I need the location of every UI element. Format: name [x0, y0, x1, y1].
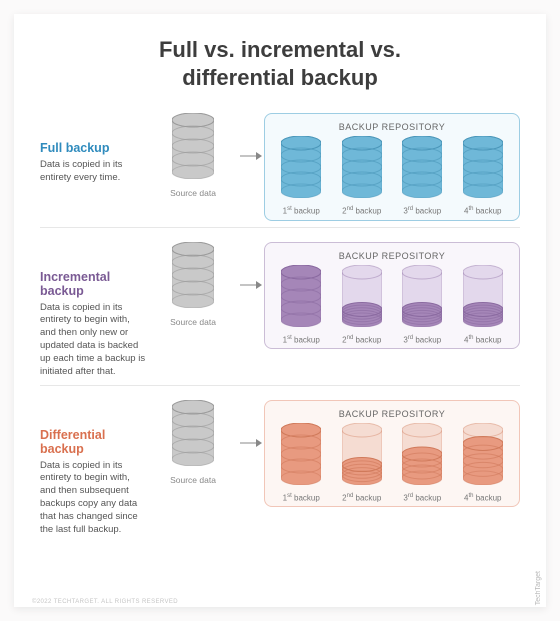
source-cylinder-icon	[172, 242, 214, 313]
source-cylinder-icon	[172, 113, 214, 184]
backup-cylinder-icon	[342, 136, 382, 203]
source-label: Source data	[170, 317, 216, 327]
repo-items: 1st backup 2nd backup 3rd backup 4th backup	[271, 265, 513, 345]
backup-item: 1st backup	[272, 423, 330, 503]
backup-caption: 1st backup	[283, 206, 320, 216]
description-incremental: Incremental backup Data is copied in its …	[40, 242, 148, 379]
backup-item: 4th backup	[454, 265, 512, 345]
type-title: Full backup	[40, 141, 148, 155]
backup-caption: 1st backup	[283, 493, 320, 503]
type-desc: Data is copied in its entirety to begin …	[40, 302, 148, 379]
backup-caption: 4th backup	[464, 335, 502, 345]
title-line-2: differential backup	[182, 65, 378, 90]
backup-item: 2nd backup	[333, 265, 391, 345]
source-cylinder-icon	[172, 400, 214, 471]
backup-item: 3rd backup	[393, 423, 451, 503]
backup-caption: 3rd backup	[403, 335, 441, 345]
source-full: Source data	[148, 113, 238, 198]
backup-item: 4th backup	[454, 136, 512, 216]
source-differential: Source data	[148, 400, 238, 485]
repo-label: BACKUP REPOSITORY	[271, 122, 513, 132]
backup-cylinder-icon	[402, 136, 442, 203]
backup-cylinder-icon	[463, 423, 503, 490]
backup-cylinder-icon	[342, 423, 382, 490]
arrow-icon	[240, 151, 262, 161]
backup-cylinder-icon	[281, 423, 321, 490]
repo-incremental: BACKUP REPOSITORY 1st backup 2nd backup 3rd…	[264, 242, 520, 350]
backup-item: 1st backup	[272, 136, 330, 216]
backup-cylinder-icon	[342, 265, 382, 332]
row-full: Full backup Data is copied in its entiret…	[40, 99, 520, 227]
backup-caption: 3rd backup	[403, 206, 441, 216]
backup-cylinder-icon	[463, 265, 503, 332]
backup-item: 2nd backup	[333, 423, 391, 503]
repo-label: BACKUP REPOSITORY	[271, 409, 513, 419]
type-title: Differential backup	[40, 428, 148, 456]
backup-caption: 1st backup	[283, 335, 320, 345]
backup-cylinder-icon	[463, 136, 503, 203]
title-line-1: Full vs. incremental vs.	[159, 37, 401, 62]
type-desc: Data is copied in its entirety every tim…	[40, 159, 148, 185]
backup-caption: 3rd backup	[403, 493, 441, 503]
footer-credit: ©2022 TECHTARGET. ALL RIGHTS RESERVED	[32, 599, 178, 605]
diagram-card: Full vs. incremental vs. differential ba…	[14, 14, 546, 607]
backup-cylinder-icon	[402, 265, 442, 332]
row-differential: Differential backup Data is copied in its…	[40, 385, 520, 543]
vertical-credit: TechTarget	[535, 571, 542, 605]
type-desc: Data is copied in its entirety to begin …	[40, 460, 148, 537]
backup-cylinder-icon	[281, 136, 321, 203]
backup-cylinder-icon	[402, 423, 442, 490]
description-differential: Differential backup Data is copied in its…	[40, 400, 148, 537]
source-label: Source data	[170, 188, 216, 198]
arrow-incremental	[238, 242, 264, 290]
backup-item: 3rd backup	[393, 265, 451, 345]
repo-full: BACKUP REPOSITORY 1st backup 2nd backup 3rd…	[264, 113, 520, 221]
arrow-differential	[238, 400, 264, 448]
description-full: Full backup Data is copied in its entiret…	[40, 113, 148, 185]
repo-items: 1st backup 2nd backup 3rd backup 4th backup	[271, 136, 513, 216]
backup-caption: 2nd backup	[342, 493, 381, 503]
backup-item: 2nd backup	[333, 136, 391, 216]
type-title: Incremental backup	[40, 270, 148, 298]
backup-cylinder-icon	[281, 265, 321, 332]
backup-caption: 4th backup	[464, 206, 502, 216]
backup-item: 3rd backup	[393, 136, 451, 216]
row-incremental: Incremental backup Data is copied in its …	[40, 227, 520, 385]
repo-differential: BACKUP REPOSITORY 1st backup 2nd backup 3rd…	[264, 400, 520, 508]
backup-item: 1st backup	[272, 265, 330, 345]
repo-items: 1st backup 2nd backup 3rd backup 4th backup	[271, 423, 513, 503]
source-label: Source data	[170, 475, 216, 485]
backup-item: 4th backup	[454, 423, 512, 503]
arrow-full	[238, 113, 264, 161]
backup-caption: 4th backup	[464, 493, 502, 503]
repo-label: BACKUP REPOSITORY	[271, 251, 513, 261]
arrow-icon	[240, 280, 262, 290]
page-title: Full vs. incremental vs. differential ba…	[40, 36, 520, 91]
backup-caption: 2nd backup	[342, 335, 381, 345]
backup-caption: 2nd backup	[342, 206, 381, 216]
arrow-icon	[240, 438, 262, 448]
source-incremental: Source data	[148, 242, 238, 327]
